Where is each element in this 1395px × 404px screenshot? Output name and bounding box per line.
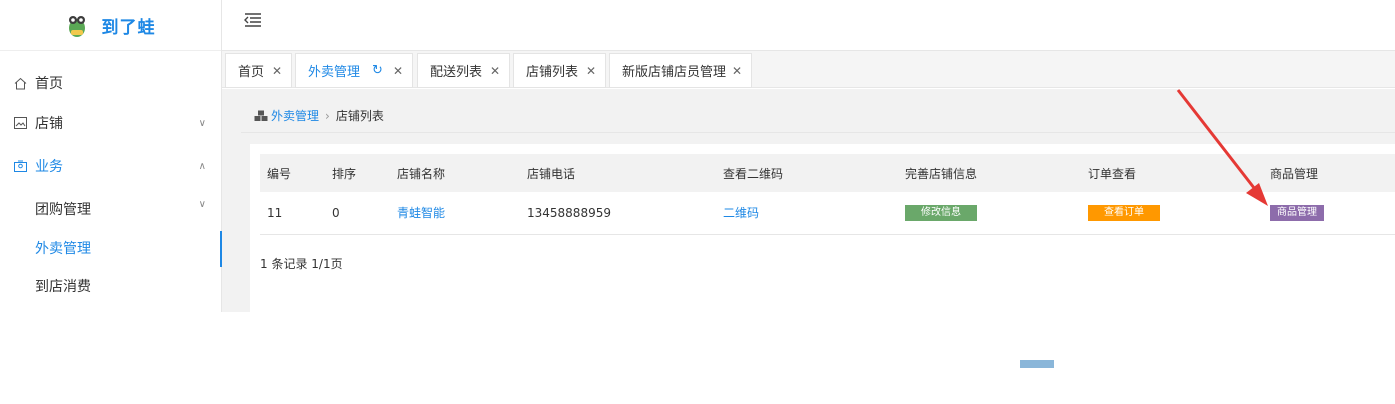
close-icon[interactable]: ✕: [586, 64, 596, 78]
close-icon[interactable]: ✕: [490, 64, 500, 78]
sidebar-item-label: 首页: [35, 73, 63, 93]
sidebar-item-label: 业务: [35, 156, 63, 176]
frog-logo-icon: [66, 11, 88, 39]
store-name-link[interactable]: 青蛙智能: [397, 206, 445, 220]
sidebar-item-label: 到店消费: [35, 279, 91, 295]
cell-sort: 0: [325, 192, 390, 234]
chevron-down-icon: ∨: [199, 199, 206, 210]
cell-phone: 13458888959: [520, 192, 716, 234]
tab-bar: 首页 ✕ 外卖管理 ↻ ✕ 配送列表 ✕ 店铺列表 ✕ 新版店铺店员管理 ✕: [222, 51, 1395, 88]
sidebar-item-home[interactable]: 首页: [0, 73, 222, 93]
sidebar-item-store[interactable]: 店铺 ∨: [0, 113, 222, 133]
image-icon: [13, 116, 27, 130]
close-icon[interactable]: ✕: [393, 64, 403, 78]
cell-id: 11: [260, 192, 325, 234]
sidebar-item-label: 店铺: [35, 113, 63, 133]
table-row: 11 0 青蛙智能 13458888959 二维码 修改信息 查看订单 商品管理: [260, 192, 1395, 234]
content-area: 外卖管理 › 店铺列表 编号 排序 店铺名称 店铺电话 查看二维码 完善店铺信息…: [222, 89, 1395, 312]
view-orders-button[interactable]: 查看订单: [1088, 205, 1160, 221]
goods-management-button[interactable]: 商品管理: [1270, 205, 1324, 221]
logo[interactable]: 到了蛙: [0, 0, 221, 51]
tab-store-list[interactable]: 店铺列表 ✕: [513, 53, 606, 88]
table-header-row: 编号 排序 店铺名称 店铺电话 查看二维码 完善店铺信息 订单查看 商品管理: [260, 154, 1395, 192]
pagination-summary: 1 条记录 1/1页: [260, 255, 343, 272]
refresh-icon[interactable]: ↻: [372, 63, 383, 78]
breadcrumb-separator: ›: [325, 109, 330, 123]
top-bar: [222, 0, 1395, 51]
chevron-up-icon: ∧: [199, 161, 206, 172]
store-table-panel: 编号 排序 店铺名称 店铺电话 查看二维码 完善店铺信息 订单查看 商品管理 1…: [250, 144, 1395, 404]
column-header: 编号: [260, 154, 325, 192]
close-icon[interactable]: ✕: [272, 64, 282, 78]
tab-home[interactable]: 首页 ✕: [225, 53, 292, 88]
breadcrumb-parent[interactable]: 外卖管理: [271, 107, 319, 124]
tab-label: 首页: [238, 61, 264, 80]
sidebar-item-label: 团购管理: [35, 202, 91, 218]
chevron-down-icon: ∨: [199, 118, 206, 129]
pagination-button[interactable]: [1020, 360, 1054, 368]
qr-code-link[interactable]: 二维码: [723, 206, 759, 220]
sidebar-item-label: 外卖管理: [35, 241, 91, 257]
column-header: 店铺名称: [390, 154, 520, 192]
tab-label: 店铺列表: [526, 61, 578, 80]
tab-delivery-list[interactable]: 配送列表 ✕: [417, 53, 510, 88]
sidebar-item-in-store[interactable]: 到店消费: [0, 276, 222, 296]
column-header: 订单查看: [1081, 154, 1263, 192]
store-table: 编号 排序 店铺名称 店铺电话 查看二维码 完善店铺信息 订单查看 商品管理 1…: [260, 154, 1395, 235]
cubes-icon: [254, 110, 268, 122]
breadcrumb-current: 店铺列表: [336, 107, 384, 124]
sidebar-item-business[interactable]: 业务 ∧: [0, 156, 222, 176]
close-icon[interactable]: ✕: [732, 64, 742, 78]
sidebar-item-takeout[interactable]: 外卖管理: [0, 231, 222, 267]
tab-label: 新版店铺店员管理: [622, 61, 726, 80]
tab-takeout[interactable]: 外卖管理 ↻ ✕: [295, 53, 413, 88]
sidebar-item-group-buy[interactable]: 团购管理 ∨: [0, 199, 222, 219]
tab-store-staff[interactable]: 新版店铺店员管理 ✕: [609, 53, 752, 88]
breadcrumb: 外卖管理 › 店铺列表: [241, 99, 1395, 133]
user-card-icon: [13, 159, 27, 173]
column-header: 排序: [325, 154, 390, 192]
home-icon: [13, 76, 27, 90]
app-title: 到了蛙: [102, 13, 156, 38]
collapse-menu-icon[interactable]: [244, 12, 262, 28]
column-header: 完善店铺信息: [898, 154, 1081, 192]
column-header: 查看二维码: [716, 154, 898, 192]
column-header: 店铺电话: [520, 154, 716, 192]
sidebar: 到了蛙 首页 店铺 ∨ 业务 ∧ 团购管理 ∨ 外卖管理 到店消费: [0, 0, 222, 312]
tab-label: 配送列表: [430, 61, 482, 80]
tab-label: 外卖管理: [308, 61, 360, 80]
edit-info-button[interactable]: 修改信息: [905, 205, 977, 221]
column-header: 商品管理: [1263, 154, 1395, 192]
